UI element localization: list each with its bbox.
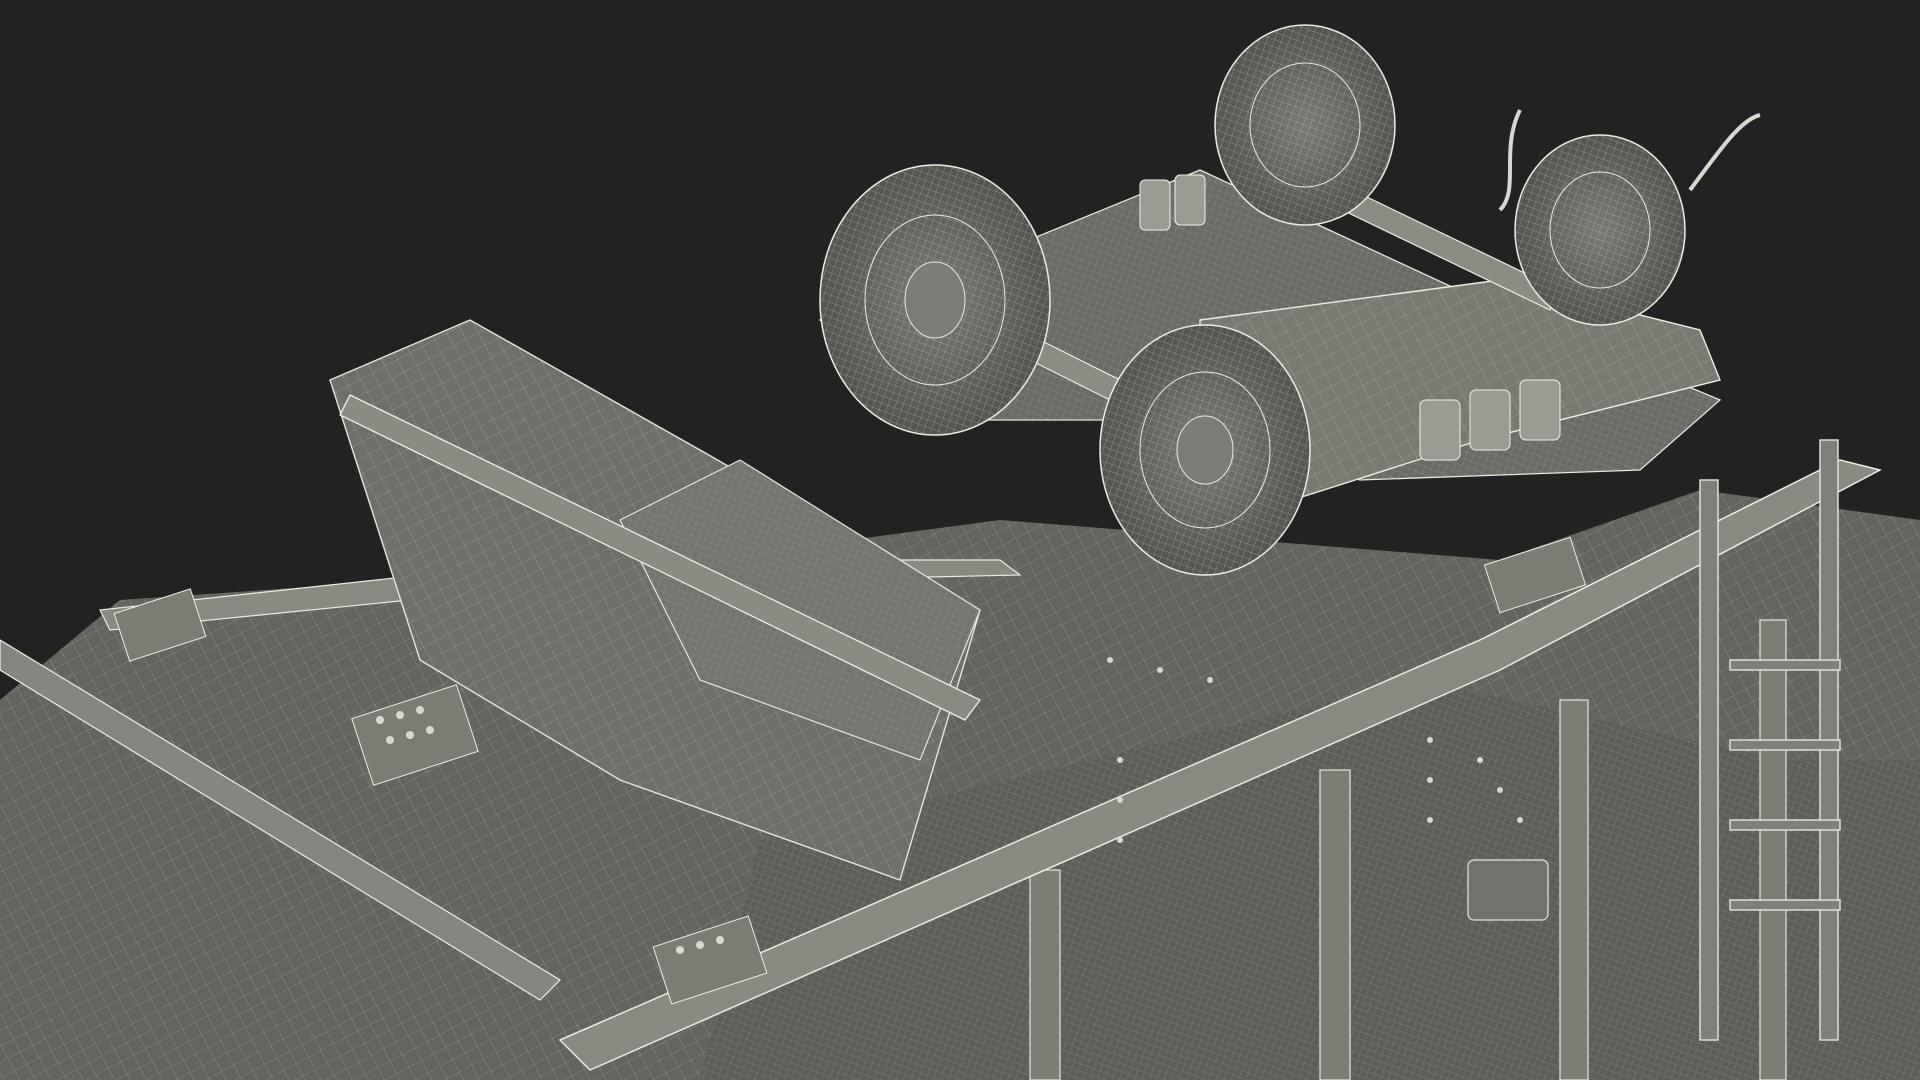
door-handle (1467, 859, 1549, 921)
wheel-front-right (1099, 324, 1311, 576)
wheel-rear-left (1214, 24, 1396, 226)
render-viewport (0, 0, 1920, 1080)
wheel-rear-right (1514, 134, 1686, 326)
wireframe-render (0, 0, 1920, 1080)
wheel-front-left (819, 164, 1051, 436)
